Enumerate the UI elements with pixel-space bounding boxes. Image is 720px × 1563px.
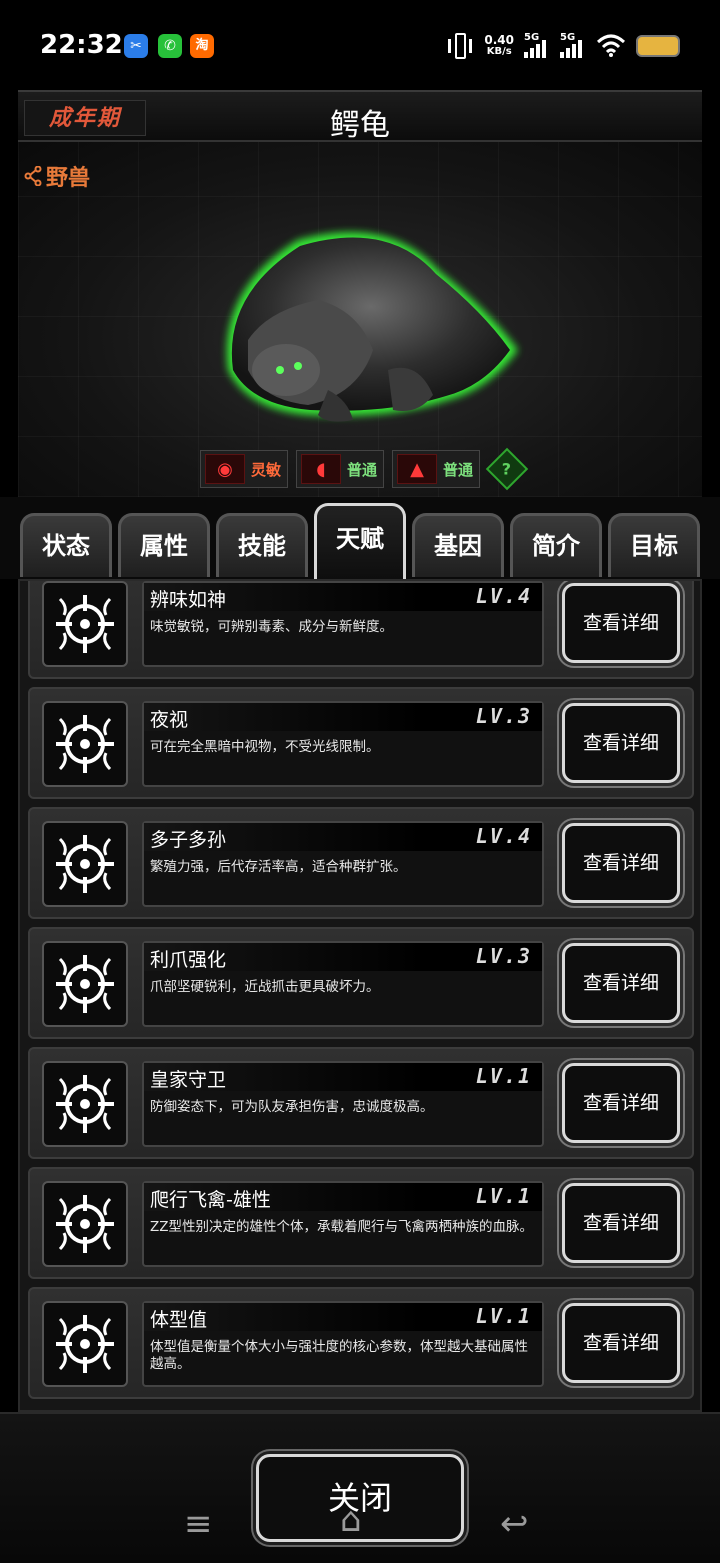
talent-description: ZZ型性别决定的雄性个体，承载着爬行与飞禽两栖种族的血脉。 [150, 1219, 533, 1235]
talent-description: 繁殖力强，后代存活率高，适合种群扩张。 [150, 859, 407, 875]
tab-intro[interactable]: 简介 [510, 513, 602, 577]
talent-name: 多子多孙 [150, 829, 227, 851]
talent-description: 味觉敏锐，可辨别毒素、成分与新鲜度。 [150, 619, 393, 635]
talent-description: 体型值是衡量个体大小与强壮度的核心参数，体型越大基础属性越高。 [150, 1339, 528, 1372]
share-icon [24, 166, 42, 186]
talent-emblem-icon [42, 941, 128, 1027]
talent-card: 多子多孙 LV.4 繁殖力强，后代存活率高，适合种群扩张。 查看详细 [28, 807, 694, 919]
talent-info: 辨味如神 LV.4 味觉敏锐，可辨别毒素、成分与新鲜度。 [142, 581, 544, 667]
talent-description: 爪部坚硬锐利，近战抓击更具破坏力。 [150, 979, 380, 995]
talent-name: 皇家守卫 [150, 1069, 227, 1091]
tab-status[interactable]: 状态 [20, 513, 112, 577]
view-detail-button[interactable]: 查看详细 [562, 583, 680, 663]
talent-level: LV.4 [475, 584, 532, 608]
talent-name: 利爪强化 [150, 949, 227, 971]
talent-emblem-icon [42, 821, 128, 907]
view-detail-button[interactable]: 查看详细 [562, 703, 680, 783]
battery-icon [636, 35, 680, 57]
eye-icon: ◉ [205, 454, 245, 484]
category-link[interactable]: 野兽 [24, 160, 90, 192]
talent-level: LV.1 [475, 1304, 532, 1328]
app-blue-icon: ✂ [124, 34, 148, 58]
tab-attributes[interactable]: 属性 [118, 513, 210, 577]
signal-5g-icon: 5G [524, 32, 550, 60]
view-detail-button[interactable]: 查看详细 [562, 1063, 680, 1143]
vibrate-icon [446, 33, 474, 59]
talent-name: 辨味如神 [150, 589, 227, 611]
bottom-bar: 关闭 ≡ ⌂ ↩ [0, 1412, 720, 1563]
talent-level: LV.1 [475, 1064, 532, 1088]
talent-level: LV.3 [475, 944, 532, 968]
trait-label: 普通 [443, 460, 474, 479]
talent-info: 多子多孙 LV.4 繁殖力强，后代存活率高，适合种群扩张。 [142, 821, 544, 907]
talent-description: 可在完全黑暗中视物，不受光线限制。 [150, 739, 380, 755]
view-detail-button[interactable]: 查看详细 [562, 1303, 680, 1383]
status-bar: 22:32 ✂ ✆ 淘 0.40 KB/s 5G 5G [0, 0, 720, 90]
talent-card: 辨味如神 LV.4 味觉敏锐，可辨别毒素、成分与新鲜度。 查看详细 [28, 581, 694, 679]
taobao-icon: 淘 [190, 34, 214, 58]
tab-talents[interactable]: 天赋 [314, 503, 406, 579]
talent-info: 夜视 LV.3 可在完全黑暗中视物，不受光线限制。 [142, 701, 544, 787]
network-speed: 0.40 KB/s [484, 33, 514, 57]
creature-display: 野兽 ◉ 灵敏 ◖ 普通 ▲ 普通 ? [18, 142, 702, 497]
talent-card: 利爪强化 LV.3 爪部坚硬锐利，近战抓击更具破坏力。 查看详细 [28, 927, 694, 1039]
help-icon[interactable]: ? [485, 447, 529, 491]
home-nav-icon[interactable]: ⌂ [340, 1500, 362, 1540]
trait-hearing[interactable]: ◖ 普通 [296, 450, 385, 488]
view-detail-button[interactable]: 查看详细 [562, 1183, 680, 1263]
talent-info: 皇家守卫 LV.1 防御姿态下，可为队友承担伤害，忠诚度极高。 [142, 1061, 544, 1147]
status-time: 22:32 [40, 30, 123, 60]
creature-header: 成年期 鳄龟 [18, 90, 702, 143]
talent-level: LV.3 [475, 704, 532, 728]
tab-skills[interactable]: 技能 [216, 513, 308, 577]
talent-emblem-icon [42, 1301, 128, 1387]
wifi-icon [596, 34, 626, 57]
wechat-icon: ✆ [158, 34, 182, 58]
talent-emblem-icon [42, 1181, 128, 1267]
talent-name: 体型值 [150, 1309, 208, 1331]
talent-name: 爬行飞禽-雄性 [150, 1189, 271, 1211]
tab-goals[interactable]: 目标 [608, 513, 700, 577]
page-title: 鳄龟 [330, 108, 390, 143]
talent-card: 皇家守卫 LV.1 防御姿态下，可为队友承担伤害，忠诚度极高。 查看详细 [28, 1047, 694, 1159]
trait-label: 灵敏 [251, 460, 282, 479]
tab-genes[interactable]: 基因 [412, 513, 504, 577]
talent-emblem-icon [42, 1061, 128, 1147]
trait-label: 普通 [347, 460, 378, 479]
signal-5g-icon-2: 5G [560, 32, 586, 60]
talent-info: 体型值 LV.1 体型值是衡量个体大小与强壮度的核心参数，体型越大基础属性越高。 [142, 1301, 544, 1387]
talent-info: 利爪强化 LV.3 爪部坚硬锐利，近战抓击更具破坏力。 [142, 941, 544, 1027]
talent-level: LV.4 [475, 824, 532, 848]
talent-emblem-icon [42, 701, 128, 787]
ear-icon: ◖ [301, 454, 342, 484]
talent-info: 爬行飞禽-雄性 LV.1 ZZ型性别决定的雄性个体，承载着爬行与飞禽两栖种族的血脉。 [142, 1181, 544, 1267]
talent-card: 爬行飞禽-雄性 LV.1 ZZ型性别决定的雄性个体，承载着爬行与飞禽两栖种族的血脉。… [28, 1167, 694, 1279]
trait-vision[interactable]: ◉ 灵敏 [200, 450, 289, 488]
talent-emblem-icon [42, 581, 128, 667]
turtle-image [226, 232, 518, 422]
senses-row: ◉ 灵敏 ◖ 普通 ▲ 普通 ? [200, 447, 529, 491]
back-nav-icon[interactable]: ↩ [500, 1504, 529, 1544]
talent-level: LV.1 [475, 1184, 532, 1208]
talent-description: 防御姿态下，可为队友承担伤害，忠诚度极高。 [150, 1099, 434, 1115]
menu-nav-icon[interactable]: ≡ [184, 1504, 213, 1544]
talent-name: 夜视 [150, 709, 189, 731]
talent-card: 体型值 LV.1 体型值是衡量个体大小与强壮度的核心参数，体型越大基础属性越高。 查看… [28, 1287, 694, 1399]
trait-smell[interactable]: ▲ 普通 [392, 450, 481, 488]
category-label: 野兽 [46, 166, 91, 191]
nose-icon: ▲ [397, 454, 438, 484]
view-detail-button[interactable]: 查看详细 [562, 823, 680, 903]
talent-list[interactable]: 辨味如神 LV.4 味觉敏锐，可辨别毒素、成分与新鲜度。 查看详细 夜视 LV.3 可在完全… [18, 579, 702, 1412]
talent-card: 夜视 LV.3 可在完全黑暗中视物，不受光线限制。 查看详细 [28, 687, 694, 799]
tab-bar: 状态 属性 技能 天赋 基因 简介 目标 [0, 497, 720, 579]
view-detail-button[interactable]: 查看详细 [562, 943, 680, 1023]
